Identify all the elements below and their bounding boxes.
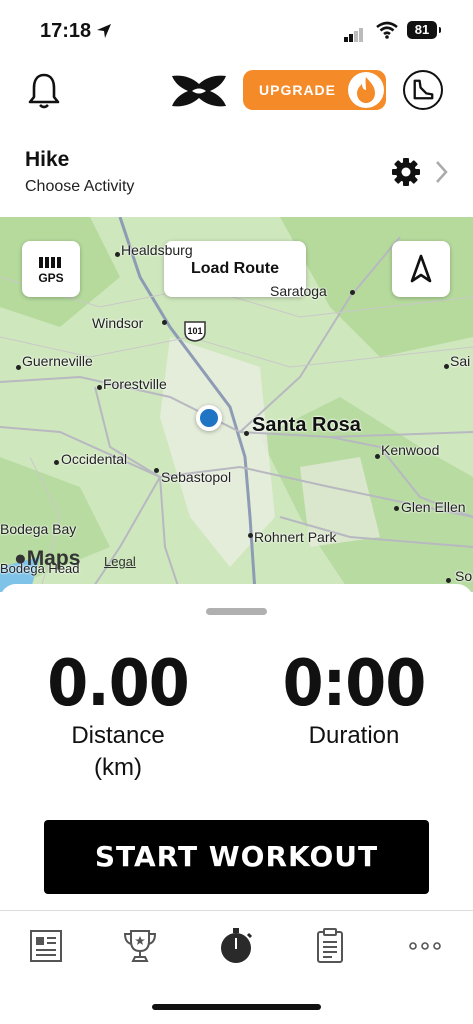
place-label: Glen Ellen: [401, 499, 466, 515]
duration-label: Duration: [308, 722, 400, 749]
upgrade-label: UPGRADE: [259, 82, 337, 98]
place-dot: [444, 364, 449, 369]
place-dot: [16, 365, 21, 370]
battery-icon: 81: [407, 21, 441, 39]
place-dot: [162, 320, 167, 325]
highway-number: 101: [187, 326, 202, 336]
place-label: Healdsburg: [121, 242, 193, 258]
workout-sheet: 0.00 Distance (km) 0:00 Duration START W…: [0, 584, 473, 910]
place-label: So: [455, 568, 473, 584]
place-label: Windsor: [92, 315, 144, 331]
bell-icon[interactable]: [26, 70, 62, 110]
place-label: Forestville: [103, 376, 167, 392]
place-dot: [115, 252, 120, 257]
place-label: Kenwood: [381, 442, 440, 458]
legal-link[interactable]: Legal: [104, 554, 136, 569]
distance-stat: 0.00 Distance (km): [38, 648, 198, 784]
top-nav: UPGRADE: [0, 62, 473, 120]
location-arrow-icon: [97, 24, 111, 38]
place-dot: [375, 454, 380, 459]
distance-value: 0.00: [47, 647, 190, 721]
place-dot: [244, 431, 249, 436]
gps-status-button[interactable]: GPS: [22, 241, 80, 297]
place-dot: [350, 290, 355, 295]
apple-logo-icon: ●: [14, 547, 27, 570]
under-armour-logo-icon: [172, 75, 226, 107]
cellular-signal-icon: [344, 24, 364, 42]
activity-title: Hike: [25, 148, 70, 171]
place-label-santa-rosa: Santa Rosa: [252, 414, 361, 436]
gear-shoe-button[interactable]: [403, 70, 443, 110]
place-label: Sebastopol: [161, 469, 232, 485]
upgrade-button[interactable]: UPGRADE: [243, 70, 386, 110]
place-dot: [154, 468, 159, 473]
clipboard-icon[interactable]: [310, 927, 350, 965]
place-label: Rohnert Park: [254, 529, 337, 545]
stopwatch-icon[interactable]: [216, 927, 256, 965]
flame-badge-icon: [348, 72, 384, 108]
place-label: Bodega Bay: [0, 521, 77, 537]
shoe-icon: [413, 79, 434, 100]
status-time: 17:18: [40, 20, 92, 42]
navigation-arrow-icon: [410, 254, 432, 283]
distance-label: Distance: [71, 722, 165, 749]
place-dot: [394, 506, 399, 511]
home-indicator: [152, 1004, 321, 1010]
highway-shield-icon: 101: [184, 321, 206, 342]
place-label: Guerneville: [22, 353, 93, 369]
duration-value: 0:00: [282, 647, 427, 721]
sheet-grabber[interactable]: [206, 608, 267, 615]
gps-label: GPS: [38, 271, 64, 285]
start-workout-button[interactable]: START WORKOUT: [44, 820, 429, 894]
place-label: Saratoga: [270, 283, 327, 299]
recenter-button[interactable]: [392, 241, 450, 297]
feed-icon[interactable]: [26, 927, 66, 965]
place-dot: [97, 385, 102, 390]
place-label: Sai: [450, 353, 471, 369]
more-icon[interactable]: [405, 927, 445, 965]
wifi-icon: [376, 21, 398, 39]
maps-attribution: Maps: [26, 547, 81, 570]
status-bar: 17:18 81: [0, 0, 473, 60]
activity-selector[interactable]: Hike Choose Activity: [0, 140, 473, 210]
chevron-right-icon: [436, 161, 448, 183]
place-label: Occidental: [61, 451, 128, 467]
place-dot: [54, 460, 59, 465]
duration-stat: 0:00 Duration: [274, 648, 434, 752]
distance-unit: (km): [94, 754, 142, 781]
tab-bar: [0, 910, 473, 981]
gear-icon[interactable]: [390, 156, 422, 188]
activity-subtitle: Choose Activity: [25, 178, 135, 195]
map-view[interactable]: GPS Load Route Healdsburg Saratoga Winds…: [0, 217, 473, 592]
place-dot: [248, 533, 253, 538]
apple-maps-logo: ●Maps: [14, 547, 80, 571]
place-dot: [446, 578, 451, 583]
trophy-icon[interactable]: [120, 927, 160, 965]
current-location-marker: [196, 405, 222, 431]
